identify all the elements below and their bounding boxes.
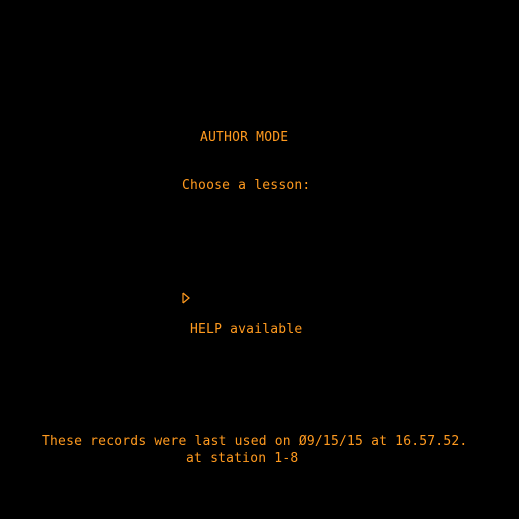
plato-terminal-screen: AUTHOR MODE Choose a lesson: HELP availa… xyxy=(0,0,519,519)
lesson-prompt: Choose a lesson: xyxy=(182,178,311,193)
station-text: at station 1-8 xyxy=(186,451,299,466)
mode-title: AUTHOR MODE xyxy=(200,130,289,145)
records-last-used-text: These records were last used on Ø9/15/15… xyxy=(42,434,468,449)
lesson-input-field[interactable] xyxy=(181,243,193,304)
help-available-text: HELP available xyxy=(190,322,303,337)
